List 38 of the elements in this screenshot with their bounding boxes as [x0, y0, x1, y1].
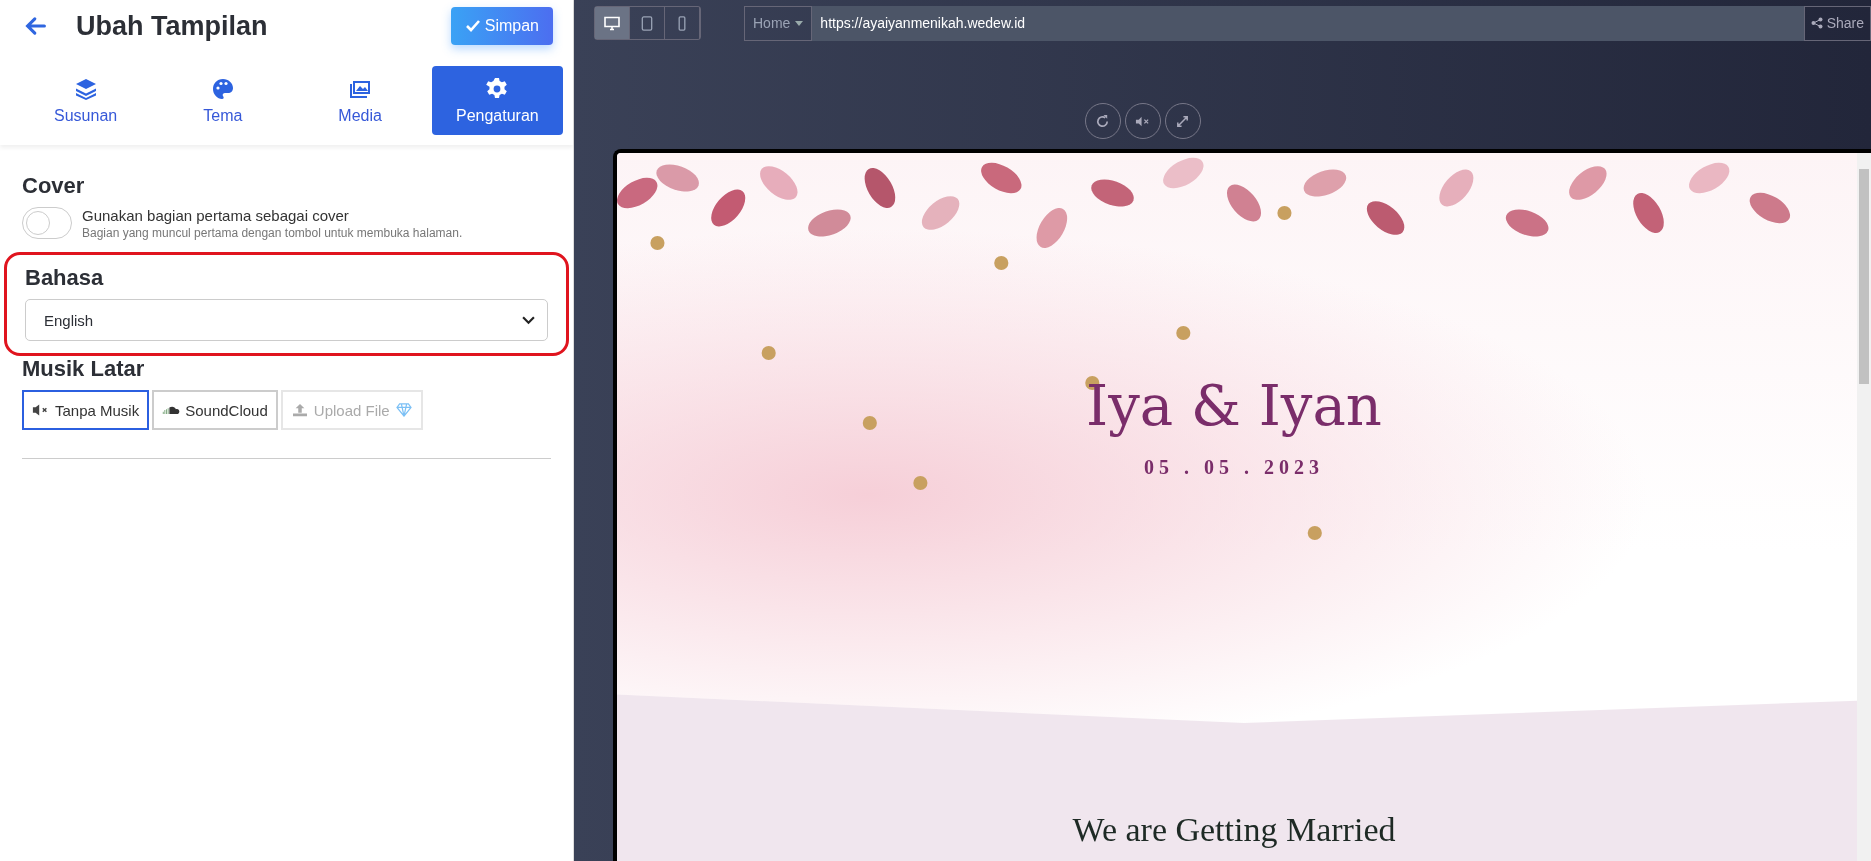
back-arrow-icon[interactable]	[24, 14, 48, 38]
upload-icon	[290, 403, 309, 417]
speaker-muted-icon	[32, 403, 50, 417]
diamond-icon	[394, 403, 413, 417]
tab[interactable]: Susunan	[20, 66, 152, 135]
expand-icon	[1175, 113, 1190, 129]
save-button[interactable]: Simpan	[450, 7, 553, 45]
reload-icon	[1095, 113, 1110, 129]
scrollbar[interactable]	[1857, 153, 1871, 861]
chevron-down-icon	[522, 315, 535, 325]
panel-title: Ubah Tampilan	[76, 10, 269, 42]
section-heading: Bahasa	[25, 265, 105, 291]
tablet-icon	[639, 15, 655, 31]
desktop-icon	[604, 15, 620, 31]
caret-icon	[795, 20, 804, 26]
couple-names: Iya & Iyan	[1086, 373, 1382, 438]
check-icon	[464, 18, 481, 34]
settings-icon	[485, 76, 510, 101]
url-field[interactable]: https://ayaiyanmenikah.wedew.id	[812, 5, 1804, 41]
share-button[interactable]: Share	[1803, 5, 1871, 41]
page-dropdown[interactable]: Home	[744, 5, 813, 41]
toggle-switch[interactable]	[22, 207, 72, 239]
tab[interactable]: Tema	[157, 66, 289, 135]
music-option[interactable]: Tanpa Musik	[22, 390, 150, 430]
share-icon	[1810, 17, 1823, 29]
toggle-hint: Bagian yang muncul pertama dengan tombol untuk membuka halaman.	[82, 226, 463, 240]
section-heading: Musik Latar	[22, 356, 146, 382]
toggle-label: Gunakan bagian pertama sebagai cover	[82, 207, 350, 224]
palette-icon	[210, 76, 235, 101]
tab[interactable]: Media	[294, 66, 426, 135]
wedding-date: 05 . 05 . 2023	[1144, 456, 1324, 479]
device-view-button[interactable]	[595, 7, 630, 39]
section-heading: Cover	[22, 173, 86, 199]
section-title: We are Getting Married	[1072, 811, 1396, 849]
music-option[interactable]: SoundCloud	[152, 390, 278, 430]
tab[interactable]: Pengaturan	[431, 66, 563, 135]
language-select[interactable]: English	[25, 299, 548, 341]
layers-icon	[73, 76, 98, 101]
